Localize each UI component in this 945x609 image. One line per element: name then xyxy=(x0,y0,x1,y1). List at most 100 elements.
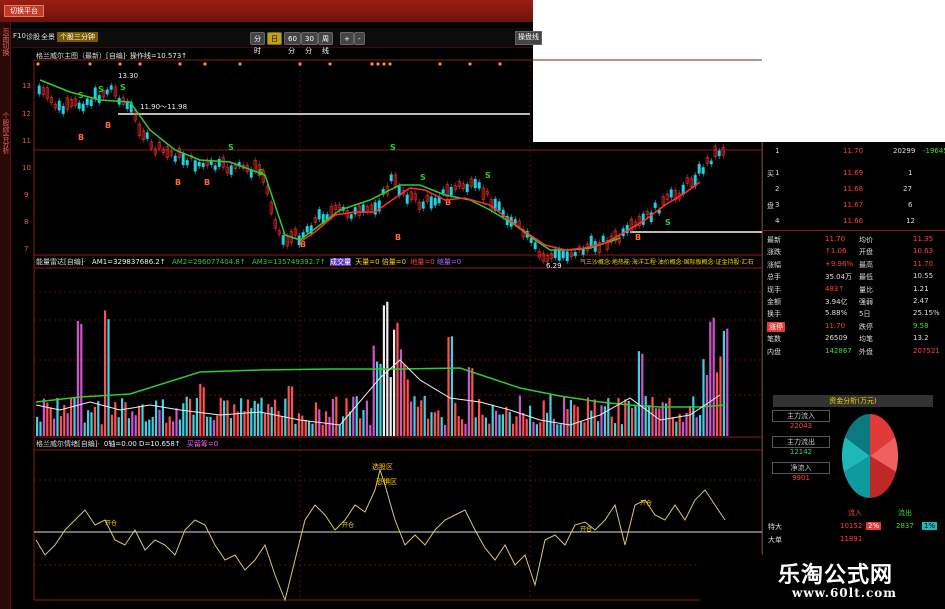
volume-bar xyxy=(569,399,572,436)
candle-body xyxy=(173,155,177,162)
high-price-label: 13.30 xyxy=(118,72,139,80)
candle-body xyxy=(529,237,533,243)
volume-bar xyxy=(267,404,270,436)
buy-signal: B xyxy=(635,233,641,242)
volume-bar xyxy=(314,402,317,436)
buy-signal: B xyxy=(105,121,111,130)
candle-body xyxy=(433,197,437,206)
volume-bar xyxy=(671,417,674,436)
volume-bar xyxy=(53,418,56,436)
ps-label: 开仓 xyxy=(342,522,355,529)
bid-row-1[interactable]: 买 1 11.69 1 xyxy=(763,168,945,179)
volume-bar xyxy=(175,408,178,436)
volume-bar xyxy=(216,415,219,436)
volume-bar xyxy=(90,412,93,436)
volume-bar xyxy=(685,412,688,436)
volume-bar xyxy=(301,415,304,436)
am3-value: AM3=135749392.7↑ xyxy=(251,258,326,266)
stat-row: 内盘 142867 外盘 207521 xyxy=(767,346,940,356)
volume-bar xyxy=(291,386,294,436)
volume-bar xyxy=(100,424,103,436)
volume-bar xyxy=(93,406,96,436)
bid-row-4[interactable]: 4 11.66 12 xyxy=(763,216,945,227)
volume-bar xyxy=(603,406,606,436)
volume-bar xyxy=(600,405,603,436)
volume-bar xyxy=(573,404,576,436)
volume-bar xyxy=(590,410,593,436)
volume-bar xyxy=(695,417,698,436)
volume-bar xyxy=(420,400,423,436)
candle-body xyxy=(125,101,129,109)
volume-bar xyxy=(488,423,491,436)
volume-bar xyxy=(209,416,212,436)
ask-row-1[interactable]: 1 11.70 20299 -19645 xyxy=(763,146,945,157)
volume-bar xyxy=(535,424,538,436)
stat-row: 换手 5.88% 5日 25.15% xyxy=(767,309,940,319)
tianliang-value: 天量=0 xyxy=(355,258,380,266)
candle-body xyxy=(217,158,221,167)
volume-bar xyxy=(399,349,402,436)
volume-bar xyxy=(586,397,589,436)
volume-bar xyxy=(263,413,266,436)
volume-bar xyxy=(270,407,273,436)
sell-signal: S xyxy=(228,143,234,152)
candle-body xyxy=(573,251,577,257)
volume-bar xyxy=(338,424,341,436)
volume-bar xyxy=(484,417,487,436)
volume-bar xyxy=(328,417,331,436)
volume-bar xyxy=(709,321,712,436)
volume-bar xyxy=(450,336,453,436)
volume-bar xyxy=(447,337,450,436)
candle-body xyxy=(185,160,189,166)
candle-body xyxy=(497,201,501,211)
volume-bar xyxy=(532,421,535,436)
candle-body xyxy=(93,87,97,100)
candle-body xyxy=(429,196,433,209)
volume-bar xyxy=(219,397,222,436)
volume-bar xyxy=(597,421,600,436)
volume-bar xyxy=(552,418,555,436)
candle-body xyxy=(709,160,713,165)
volume-bar xyxy=(365,400,368,436)
volume-bar xyxy=(233,404,236,436)
volume-bar xyxy=(83,422,86,436)
concept-tags: 气三沙概念·地热能·海洋工程·油价概念·国际板概念·证金持股·汇石 xyxy=(580,259,754,266)
volume-bar xyxy=(121,398,124,436)
ps-label: 开仓 xyxy=(105,520,118,527)
candle-body xyxy=(281,235,285,245)
volume-bar xyxy=(141,404,144,436)
sell-signal: S xyxy=(390,143,396,152)
volume-bar xyxy=(726,328,729,436)
volume-bar xyxy=(253,400,256,436)
buy-signal: B xyxy=(175,178,181,187)
volume-bar xyxy=(131,411,134,436)
sell-signal: S xyxy=(120,83,126,92)
candle-body xyxy=(109,85,113,90)
candle-body xyxy=(181,153,185,166)
volume-bar xyxy=(348,411,351,436)
volume-bar xyxy=(277,410,280,436)
volume-bar xyxy=(648,405,651,436)
candle-body xyxy=(557,249,561,261)
volume-bar xyxy=(410,401,413,436)
buy-signal: B xyxy=(204,178,210,187)
main-in-value: 22043 xyxy=(789,422,813,430)
watermark: 乐淘公式网 www.60lt.com xyxy=(700,555,945,609)
volume-bar xyxy=(39,421,42,436)
volume-bar xyxy=(382,305,385,436)
stat-row: 笔数 26509 均笔 13.2 xyxy=(767,334,929,344)
bid-row-3[interactable]: 盘 3 11.67 6 xyxy=(763,200,945,211)
volume-bar xyxy=(413,396,416,436)
bid-row-2[interactable]: 2 11.68 27 xyxy=(763,184,945,195)
buy-signal: B xyxy=(78,133,84,142)
volume-bar xyxy=(260,397,263,436)
sell-signal: S xyxy=(98,85,104,94)
candle-body xyxy=(213,165,217,170)
candle-body xyxy=(85,98,89,106)
candle-body xyxy=(305,226,309,233)
volume-bar xyxy=(688,406,691,436)
volume-bar xyxy=(607,398,610,436)
candle-body xyxy=(145,132,149,139)
stat-row: 总手 35.04万 最低 10.55 xyxy=(767,272,934,282)
stat-row: 金额 3.94亿 强弱 2.47 xyxy=(767,297,929,306)
